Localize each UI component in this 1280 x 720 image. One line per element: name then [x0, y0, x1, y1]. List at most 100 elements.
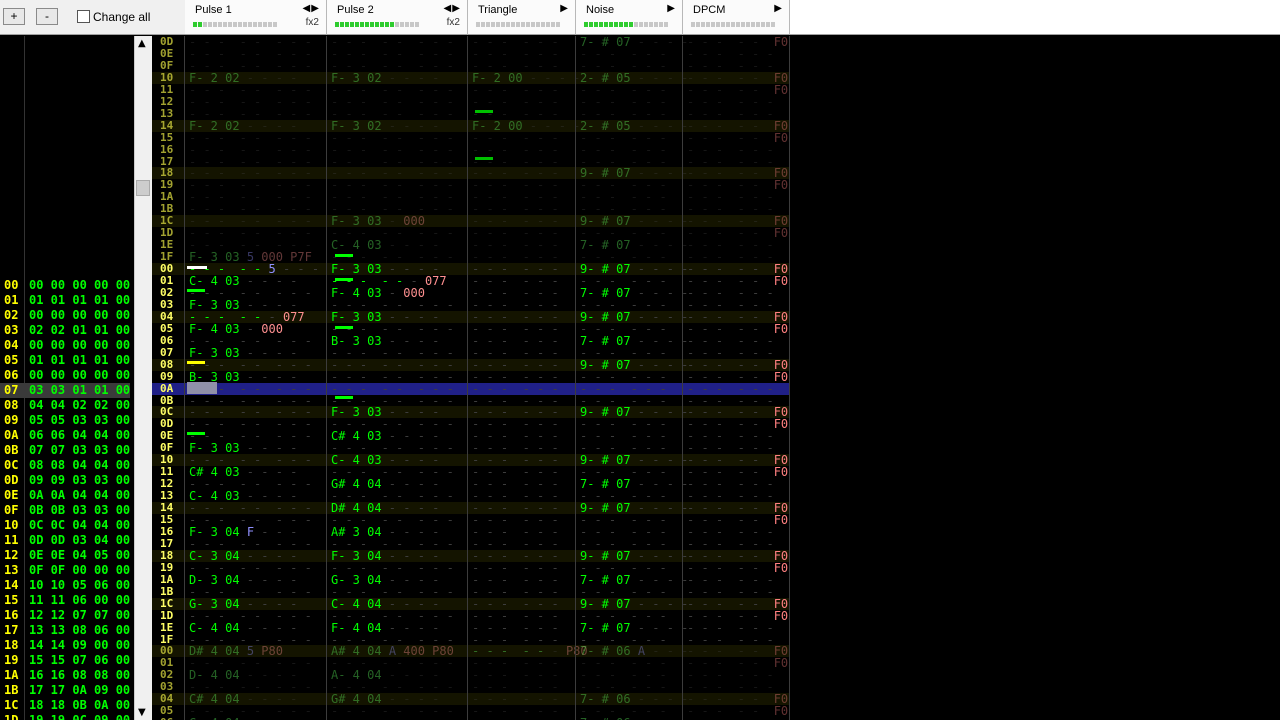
effect-value: 077 [282, 309, 305, 324]
frame-pattern-indices[interactable]: 0A 0A 04 04 00 [29, 488, 130, 502]
frame-row[interactable]: 10 0C 0C 04 04 00 [0, 518, 130, 533]
frame-row[interactable]: 16 12 12 07 07 00 [0, 608, 130, 623]
scroll-up-icon[interactable]: ▲ [138, 38, 146, 49]
frame-row[interactable]: 11 0D 0D 03 04 00 [0, 533, 130, 548]
change-all-checkbox[interactable] [77, 10, 90, 23]
row-number: 15 [160, 130, 174, 144]
effect-value: F03 [773, 178, 790, 193]
frame-row[interactable]: 17 13 13 08 06 00 [0, 623, 130, 638]
note-duration-bar [475, 110, 493, 113]
row-number: 1C [160, 596, 174, 610]
frame-pattern-indices[interactable]: 08 08 04 04 00 [29, 458, 130, 472]
frame-pattern-indices[interactable]: 15 15 07 06 00 [29, 653, 130, 667]
frame-pattern-indices[interactable]: 01 01 01 01 00 [29, 353, 130, 367]
frame-row[interactable]: 01 01 01 01 01 00 [0, 293, 130, 308]
frame-row[interactable]: 13 0F 0F 00 00 00 [0, 563, 130, 578]
frame-row[interactable]: 09 05 05 03 03 00 [0, 413, 130, 428]
frame-row[interactable]: 06 00 00 00 00 00 [0, 368, 130, 383]
frame-list[interactable]: 00 00 00 00 00 00 01 01 01 01 01 00 02 00 00 … [0, 36, 134, 720]
frame-pattern-indices[interactable]: 14 14 09 00 00 [29, 638, 130, 652]
frame-row[interactable]: 0A 06 06 04 04 00 [0, 428, 130, 443]
frame-pattern-indices[interactable]: 00 00 00 00 00 [29, 338, 130, 352]
frame-pattern-indices[interactable]: 0B 0B 03 03 00 [29, 503, 130, 517]
frame-row[interactable]: 08 04 04 02 02 00 [0, 398, 130, 413]
frame-pattern-indices[interactable]: 13 13 08 06 00 [29, 623, 130, 637]
row-number: 1A [160, 572, 174, 586]
frame-row[interactable]: 1A 16 16 08 08 00 [0, 668, 130, 683]
frame-row[interactable]: 07 03 03 01 01 00 [0, 383, 130, 398]
scroll-thumb[interactable] [136, 180, 150, 196]
frame-pattern-indices[interactable]: 00 00 00 00 00 [29, 368, 130, 382]
frame-number: 06 [4, 368, 19, 382]
frame-row[interactable]: 14 10 10 05 06 00 [0, 578, 130, 593]
frame-pattern-indices[interactable]: 06 06 04 04 00 [29, 428, 130, 442]
channel-header-pulse-1[interactable]: Pulse 1 ◀ ▶ fx2 [185, 0, 327, 35]
frame-pattern-indices[interactable]: 00 00 00 00 00 [29, 308, 130, 322]
frame-row[interactable]: 19 15 15 07 06 00 [0, 653, 130, 668]
frame-row[interactable]: 05 01 01 01 01 00 [0, 353, 130, 368]
frame-pattern-indices[interactable]: 02 02 01 01 00 [29, 323, 130, 337]
effect-columns-arrow-icon[interactable]: ◀ ▶ [302, 3, 319, 14]
frame-number: 16 [4, 608, 19, 622]
frame-row[interactable]: 12 0E 0E 04 05 00 [0, 548, 130, 563]
frame-number: 05 [4, 353, 19, 367]
scroll-down-icon[interactable]: ▼ [138, 707, 146, 718]
frame-pattern-indices[interactable]: 07 07 03 03 00 [29, 443, 130, 457]
row-number: 14 [160, 118, 174, 132]
note-duration-bar [187, 361, 205, 364]
effect-columns-arrow-icon[interactable]: ▶ [667, 3, 675, 14]
edit-cursor[interactable] [187, 382, 217, 394]
frame-row[interactable]: 02 00 00 00 00 00 [0, 308, 130, 323]
frame-pattern-indices[interactable]: 00 00 00 00 00 [29, 278, 130, 292]
effect-value: F03 [773, 608, 790, 623]
frame-pattern-indices[interactable]: 03 03 01 01 00 [29, 383, 130, 397]
frame-row[interactable]: 0F 0B 0B 03 03 00 [0, 503, 130, 518]
frame-pattern-indices[interactable]: 10 10 05 06 00 [29, 578, 130, 592]
pattern-editor[interactable]: 0D - - - - - - - -- - - - - - - -- - - - … [152, 36, 790, 720]
channel-name: DPCM [693, 4, 726, 16]
row-number-header [152, 0, 185, 35]
frame-pattern-indices[interactable]: 18 18 0B 0A 00 [29, 698, 130, 712]
frame-pattern-indices[interactable]: 16 16 08 08 00 [29, 668, 130, 682]
frame-pattern-indices[interactable]: 0F 0F 00 00 00 [29, 563, 130, 577]
frame-pattern-indices[interactable]: 0D 0D 03 04 00 [29, 533, 130, 547]
frame-pattern-indices[interactable]: 0C 0C 04 04 00 [29, 518, 130, 532]
frame-row[interactable]: 15 11 11 06 00 00 [0, 593, 130, 608]
frame-number: 11 [4, 533, 19, 547]
frame-pattern-indices[interactable]: 12 12 07 07 00 [29, 608, 130, 622]
channel-header-triangle[interactable]: Triangle ▶ [468, 0, 576, 35]
effect-columns-arrow-icon[interactable]: ▶ [560, 3, 568, 14]
frame-pattern-indices[interactable]: 09 09 03 03 00 [29, 473, 130, 487]
frame-row[interactable]: 03 02 02 01 01 00 [0, 323, 130, 338]
frame-pattern-indices[interactable]: 05 05 03 03 00 [29, 413, 130, 427]
frame-pattern-indices[interactable]: 01 01 01 01 00 [29, 293, 130, 307]
channel-header-noise[interactable]: Noise ▶ [576, 0, 683, 35]
channel-header-dpcm[interactable]: DPCM ▶ [683, 0, 790, 35]
frame-pattern-indices[interactable]: 17 17 0A 09 00 [29, 683, 130, 697]
frame-row[interactable]: 0C 08 08 04 04 00 [0, 458, 130, 473]
frame-row[interactable]: 04 00 00 00 00 00 [0, 338, 130, 353]
remove-frame-button[interactable]: - [36, 8, 58, 25]
header-empty-area [790, 0, 1280, 35]
frame-row[interactable]: 1C 18 18 0B 0A 00 [0, 698, 130, 713]
frame-row[interactable]: 0E 0A 0A 04 04 00 [0, 488, 130, 503]
frame-pattern-indices[interactable]: 19 19 0C 09 00 [29, 713, 130, 720]
note-and-instrument: 7- # 06 [580, 716, 631, 720]
frame-list-scrollbar[interactable]: ▲ ▼ [134, 36, 152, 720]
frame-row[interactable]: 00 00 00 00 00 00 [0, 278, 130, 293]
frame-row[interactable]: 0B 07 07 03 03 00 [0, 443, 130, 458]
channel-header-pulse-2[interactable]: Pulse 2 ◀ ▶ fx2 [327, 0, 468, 35]
frame-pattern-indices[interactable]: 0E 0E 04 05 00 [29, 548, 130, 562]
add-frame-button[interactable]: + [3, 8, 25, 25]
effect-columns-arrow-icon[interactable]: ◀ ▶ [443, 3, 460, 14]
row-number: 11 [160, 82, 174, 96]
frame-row[interactable]: 18 14 14 09 00 00 [0, 638, 130, 653]
frame-pattern-indices[interactable]: 04 04 02 02 00 [29, 398, 130, 412]
frame-row[interactable]: 1B 17 17 0A 09 00 [0, 683, 130, 698]
row-number: 06 [160, 333, 174, 347]
frame-row[interactable]: 0D 09 09 03 03 00 [0, 473, 130, 488]
change-all-label: Change all [93, 10, 151, 24]
frame-pattern-indices[interactable]: 11 11 06 00 00 [29, 593, 130, 607]
frame-row[interactable]: 1D 19 19 0C 09 00 [0, 713, 130, 720]
effect-columns-arrow-icon[interactable]: ▶ [774, 3, 782, 14]
